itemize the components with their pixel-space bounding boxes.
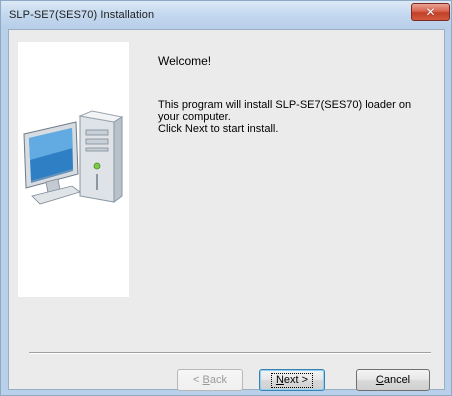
dialog-body: Welcome! This program will install SLP-S… <box>8 29 445 391</box>
install-description-line: This program will install SLP-SE7(SES70)… <box>158 99 412 111</box>
close-icon: ✕ <box>425 5 436 19</box>
close-button[interactable]: ✕ <box>411 3 450 21</box>
back-button-label: < Back <box>193 374 227 386</box>
window-title: SLP-SE7(SES70) Installation <box>9 9 155 21</box>
computer-icon <box>23 110 124 205</box>
install-instruction-line: Click Next to start install. <box>158 123 279 135</box>
cancel-button[interactable]: Cancel <box>356 369 430 391</box>
button-separator <box>29 352 431 354</box>
title-bar[interactable]: SLP-SE7(SES70) Installation ✕ <box>1 1 451 29</box>
welcome-heading: Welcome! <box>158 54 212 68</box>
install-description-line: your computer. <box>158 111 231 123</box>
cancel-button-label: Cancel <box>375 374 411 386</box>
next-button-label: Next > <box>270 372 314 388</box>
installer-window: SLP-SE7(SES70) Installation ✕ Welcome! T… <box>0 0 452 396</box>
back-button[interactable]: < Back <box>177 369 243 391</box>
next-button[interactable]: Next > <box>259 369 325 391</box>
